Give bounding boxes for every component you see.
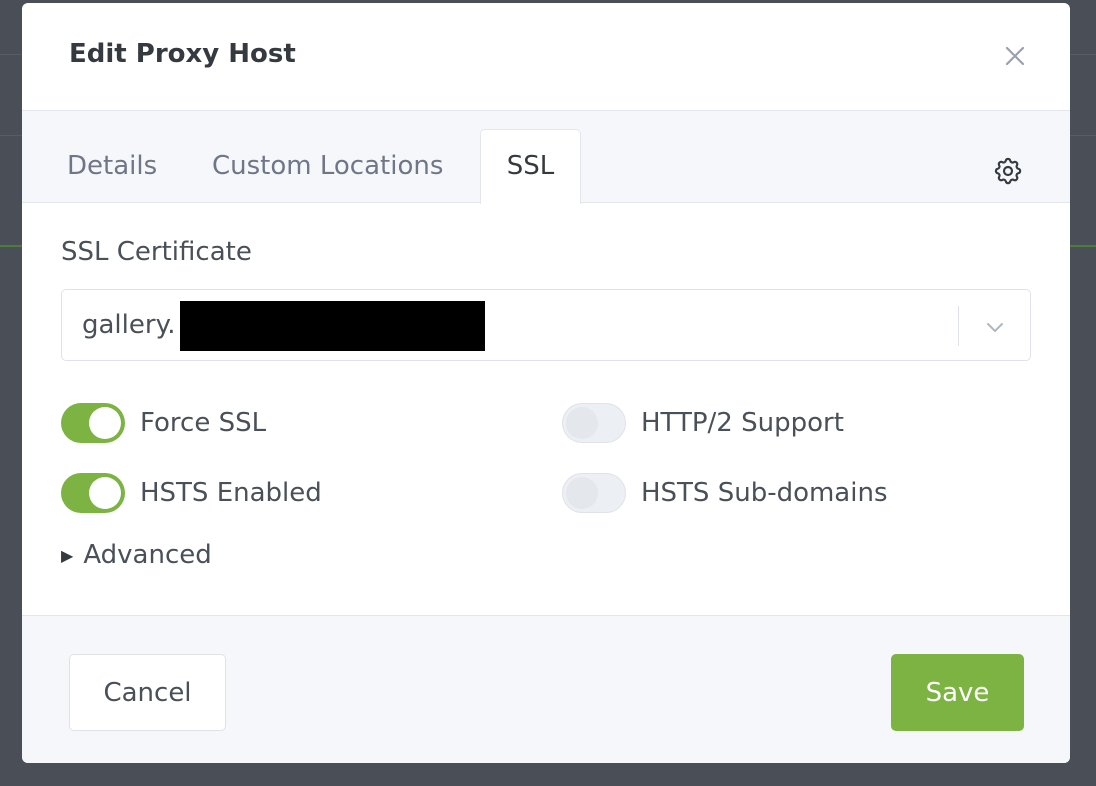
tab-ssl[interactable]: SSL [480,129,581,204]
modal-footer: Cancel Save [22,615,1070,763]
advanced-label: Advanced [83,540,212,570]
switch-knob [566,477,598,509]
edit-proxy-host-modal: Edit Proxy Host Details Custom Locations… [22,3,1070,763]
hsts-subdomains-switch[interactable] [562,473,626,513]
tab-custom-locations[interactable]: Custom Locations [212,111,443,203]
ssl-certificate-label: SSL Certificate [61,237,252,267]
chevron-down-icon [987,323,1003,332]
hsts-enabled-toggle[interactable]: HSTS Enabled [61,473,322,513]
dropdown-toggle[interactable] [982,314,1008,340]
ssl-certificate-value: gallery. [82,310,176,340]
force-ssl-toggle[interactable]: Force SSL [61,403,266,443]
gear-icon [994,157,1022,185]
advanced-disclosure[interactable]: ▶ Advanced [61,540,212,570]
switch-knob [566,407,598,439]
force-ssl-switch[interactable] [61,403,125,443]
modal-title: Edit Proxy Host [69,39,296,69]
hsts-enabled-label: HSTS Enabled [140,478,322,508]
switch-knob [89,407,121,439]
save-button[interactable]: Save [891,654,1024,731]
select-separator [958,306,959,346]
http2-support-switch[interactable] [562,403,626,443]
close-button[interactable] [1000,41,1030,71]
tab-bar: Details Custom Locations SSL [22,111,1070,204]
force-ssl-label: Force SSL [140,408,267,438]
modal-header: Edit Proxy Host [22,3,1070,111]
cancel-button[interactable]: Cancel [69,654,226,731]
http2-support-toggle[interactable]: HTTP/2 Support [562,403,844,443]
close-icon [1005,46,1025,66]
switch-knob [89,477,121,509]
hsts-subdomains-toggle[interactable]: HSTS Sub-domains [562,473,888,513]
backdrop-accent [0,245,22,247]
ssl-certificate-select[interactable]: gallery. [61,289,1031,361]
hsts-subdomains-label: HSTS Sub-domains [641,478,888,508]
backdrop-accent [1070,245,1096,247]
triangle-right-icon: ▶ [61,545,74,565]
tab-details[interactable]: Details [67,111,157,203]
redaction-block [180,301,485,351]
ssl-tab-panel: SSL Certificate gallery. Force SSL HTTP/… [22,203,1070,615]
http2-support-label: HTTP/2 Support [641,408,844,438]
settings-button[interactable] [992,155,1024,187]
hsts-enabled-switch[interactable] [61,473,125,513]
